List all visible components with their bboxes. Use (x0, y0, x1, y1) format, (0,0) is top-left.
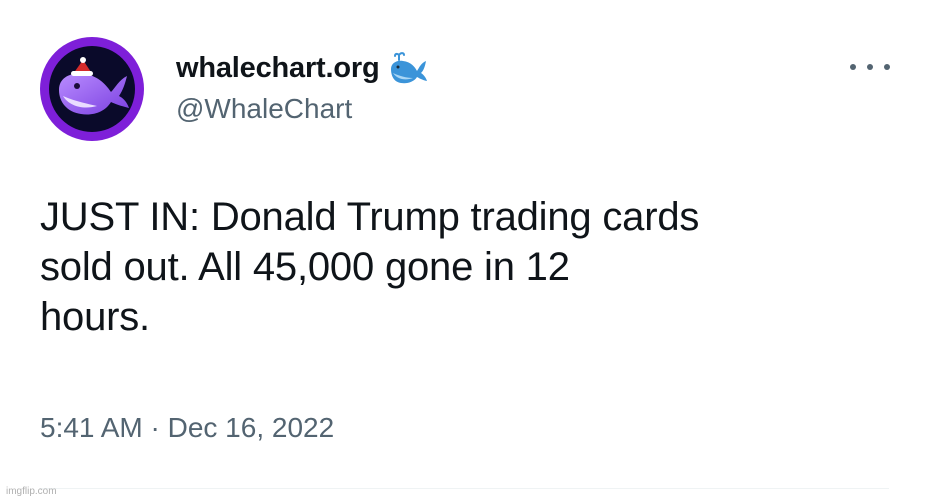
divider (40, 488, 889, 489)
more-horizontal-icon (850, 64, 856, 70)
avatar-image (49, 46, 135, 132)
whale-logo-icon (59, 57, 129, 115)
avatar[interactable] (40, 37, 144, 141)
display-name-row: whalechart.org (176, 48, 429, 88)
tweet-timestamp[interactable]: 5:41 AM · Dec 16, 2022 (40, 412, 334, 444)
display-name[interactable]: whalechart.org (176, 52, 380, 85)
more-options-button[interactable] (850, 58, 890, 76)
watermark: imgflip.com (6, 486, 57, 497)
more-horizontal-icon (884, 64, 890, 70)
tweet-text: JUST IN: Donald Trump trading cards sold… (40, 195, 700, 339)
user-handle[interactable]: @WhaleChart (176, 93, 352, 125)
whale-icon (389, 51, 429, 85)
tweet-card: whalechart.org @WhaleChart JUST IN: Dona… (0, 0, 929, 500)
more-horizontal-icon (867, 64, 873, 70)
